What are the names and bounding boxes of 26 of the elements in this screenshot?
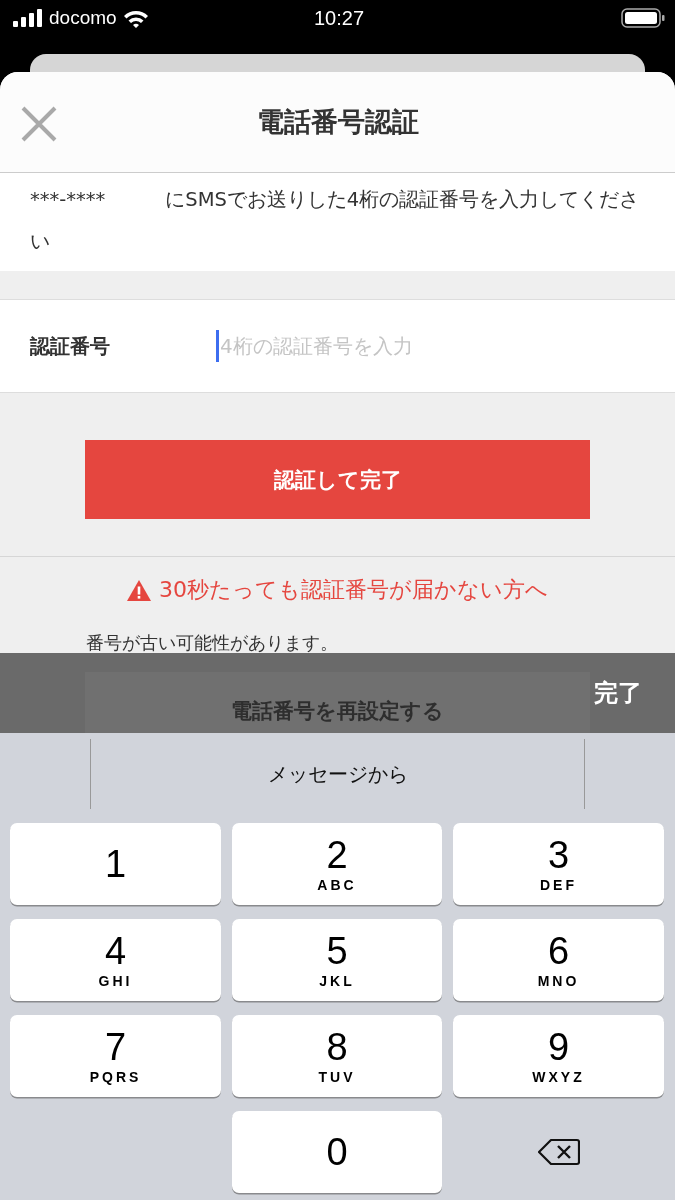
number-key[interactable]: 8 TUV	[232, 1015, 442, 1097]
close-button[interactable]	[21, 106, 57, 142]
number-key[interactable]: 4 GHI	[10, 919, 221, 1001]
number-key[interactable]: 7 PQRS	[10, 1015, 221, 1097]
screen-title: 電話番号認証	[256, 105, 419, 139]
number-key[interactable]: 3 DEF	[453, 823, 664, 905]
done-button[interactable]: 完了	[590, 675, 646, 711]
warning-icon	[127, 579, 151, 601]
suggestion-item[interactable]: メッセージから	[267, 760, 408, 788]
submit-button[interactable]: 認証して完了	[85, 440, 590, 519]
signal-icon	[13, 9, 43, 27]
number-key[interactable]: 6 MNO	[453, 919, 664, 1001]
number-key[interactable]: 2 ABC	[232, 823, 442, 905]
backspace-icon	[537, 1138, 580, 1166]
field-label: 認証番号	[30, 332, 111, 360]
wifi-icon	[122, 8, 149, 28]
number-key[interactable]: 9 WXYZ	[453, 1015, 664, 1097]
clock-time: 10:27	[313, 6, 365, 30]
number-key[interactable]: 1	[10, 823, 221, 905]
number-key[interactable]: 5 JKL	[232, 919, 442, 1001]
carrier-name: docomo	[49, 7, 117, 29]
instruction-text: ***-**** にSMSでお送りした4桁の認証番号を入力してください	[30, 187, 641, 255]
number-key[interactable]: 0	[232, 1111, 442, 1193]
battery-icon	[621, 8, 665, 28]
help-heading: 30秒たっても認証番号が届かない方へ	[159, 576, 548, 604]
note-text: 番号が古い可能性があります。	[86, 631, 339, 655]
